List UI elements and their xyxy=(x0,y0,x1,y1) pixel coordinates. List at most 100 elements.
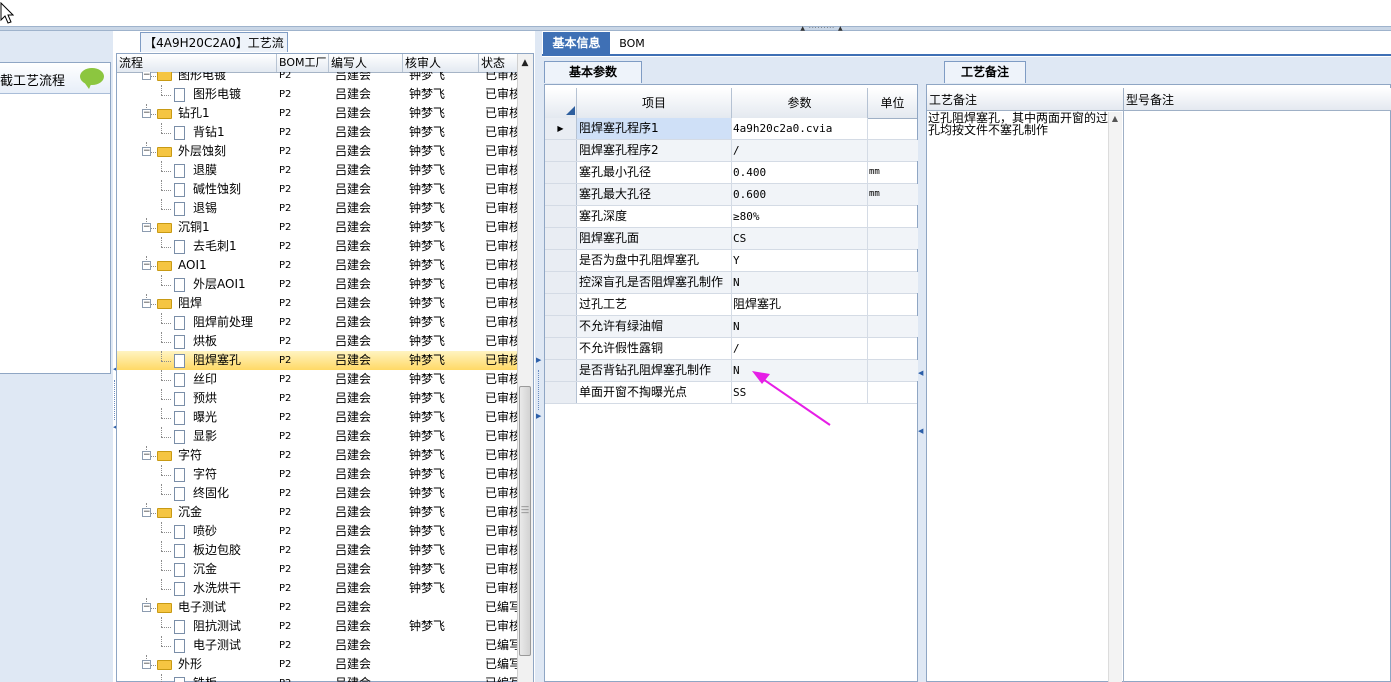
tree-row[interactable]: − AOI1 P2 吕建会 钟梦飞 已审核 xyxy=(117,256,517,275)
scroll-up-icon[interactable]: ▲ xyxy=(519,56,531,70)
param-value-cell[interactable]: N xyxy=(732,316,868,337)
collapse-node-icon[interactable]: − xyxy=(142,660,151,669)
column-header-bom-plant[interactable]: BOM工厂 xyxy=(277,54,329,72)
param-value-cell[interactable]: 4a9h20c2a0.cvia xyxy=(732,118,868,139)
process-notes-tab[interactable]: 工艺备注 xyxy=(944,61,1026,83)
process-note-scrollbar[interactable] xyxy=(1108,112,1122,682)
collapse-node-icon[interactable]: − xyxy=(142,72,151,80)
tree-row[interactable]: 曝光 P2 吕建会 钟梦飞 已审核 xyxy=(117,408,517,427)
row-selector[interactable] xyxy=(545,382,577,403)
param-item-cell[interactable]: 控深盲孔是否阻焊塞孔制作 xyxy=(577,272,732,293)
tree-row[interactable]: 预烘 P2 吕建会 钟梦飞 已审核 xyxy=(117,389,517,408)
row-selector[interactable] xyxy=(545,316,577,337)
param-item-cell[interactable]: 塞孔深度 xyxy=(577,206,732,227)
tree-row[interactable]: − 电子测试 P2 吕建会 已编写 xyxy=(117,598,517,617)
row-selector[interactable] xyxy=(545,294,577,315)
tree-row[interactable]: 退膜 P2 吕建会 钟梦飞 已审核 xyxy=(117,161,517,180)
tree-row[interactable]: − 外形 P2 吕建会 已编写 xyxy=(117,655,517,674)
process-note-textarea[interactable]: 过孔阻焊塞孔，其中两面开窗的过孔均按文件不塞孔制作 xyxy=(928,112,1108,136)
column-header-reviewer[interactable]: 核审人 xyxy=(403,54,479,72)
param-item-cell[interactable]: 单面开窗不掏曝光点 xyxy=(577,382,732,403)
column-header-flow[interactable]: 流程 xyxy=(117,54,277,72)
param-value-cell[interactable]: / xyxy=(732,338,868,359)
param-item-cell[interactable]: 是否背钻孔阻焊塞孔制作 xyxy=(577,360,732,381)
collapse-node-icon[interactable]: − xyxy=(142,223,151,232)
notes-divider[interactable] xyxy=(1123,88,1124,682)
tree-row[interactable]: 丝印 P2 吕建会 钟梦飞 已审核 xyxy=(117,370,517,389)
tree-row[interactable]: − 沉金 P2 吕建会 钟梦飞 已审核 xyxy=(117,503,517,522)
param-item-cell[interactable]: 阻焊塞孔程序1 xyxy=(577,118,732,139)
tree-row[interactable]: 烘板 P2 吕建会 钟梦飞 已审核 xyxy=(117,332,517,351)
row-selector[interactable] xyxy=(545,272,577,293)
params-row[interactable]: 是否为盘中孔阻焊塞孔 Y xyxy=(545,250,917,272)
params-row[interactable]: ▶ 阻焊塞孔程序1 4a9h20c2a0.cvia xyxy=(545,118,917,140)
params-row[interactable]: 塞孔深度 ≥80% xyxy=(545,206,917,228)
param-item-cell[interactable]: 塞孔最小孔径 xyxy=(577,162,732,183)
collapse-left-icon[interactable]: ◀ xyxy=(918,369,923,377)
tab-bom[interactable]: BOM xyxy=(612,32,652,55)
tree-row[interactable]: 沉金 P2 吕建会 钟梦飞 已审核 xyxy=(117,560,517,579)
param-value-cell[interactable]: ≥80% xyxy=(732,206,868,227)
param-item-cell[interactable]: 不允许有绿油帽 xyxy=(577,316,732,337)
params-row[interactable]: 阻焊塞孔程序2/ xyxy=(545,140,918,162)
tree-row[interactable]: 显影 P2 吕建会 钟梦飞 已审核 xyxy=(117,427,517,446)
params-row[interactable]: 不允许有绿油帽 N xyxy=(545,316,918,338)
tree-row[interactable]: 外层AOI1 P2 吕建会 钟梦飞 已审核 xyxy=(117,275,517,294)
param-item-cell[interactable]: 不允许假性露铜 xyxy=(577,338,732,359)
tree-row[interactable]: 板边包胶 P2 吕建会 钟梦飞 已审核 xyxy=(117,541,517,560)
params-row[interactable]: 塞孔最小孔径 0.400 mm xyxy=(545,162,917,184)
column-header-item[interactable]: 项目 xyxy=(577,88,732,118)
param-item-cell[interactable]: 阻焊塞孔面 xyxy=(577,228,732,249)
param-value-cell[interactable]: 阻焊塞孔 xyxy=(732,294,868,315)
left-panel-title[interactable]: 截工艺流程 xyxy=(0,70,65,89)
row-selector[interactable] xyxy=(545,206,577,227)
params-row[interactable]: 过孔工艺 阻焊塞孔 xyxy=(545,294,917,316)
row-selector[interactable] xyxy=(545,360,577,381)
tree-row[interactable]: − 钻孔1 P2 吕建会 钟梦飞 已审核 xyxy=(117,104,517,123)
tree-row[interactable]: 退锡 P2 吕建会 钟梦飞 已审核 xyxy=(117,199,517,218)
tree-row[interactable]: 铣板P2 吕建会 已编写 xyxy=(117,674,517,682)
process-flow-tab[interactable]: 【4A9H20C2A0】工艺流程 xyxy=(140,32,288,70)
collapse-node-icon[interactable]: − xyxy=(142,508,151,517)
tree-row[interactable]: − 字符 P2 吕建会 钟梦飞 已审核 xyxy=(117,446,517,465)
row-selector[interactable] xyxy=(545,338,577,359)
row-selector[interactable] xyxy=(545,184,577,205)
tab-basic-info[interactable]: 基本信息 xyxy=(543,32,610,55)
collapse-node-icon[interactable]: − xyxy=(142,261,151,270)
tree-row[interactable]: 阻抗测试 P2 吕建会 钟梦飞 已审核 xyxy=(117,617,517,636)
param-value-cell[interactable]: 0.400 xyxy=(732,162,868,183)
param-value-cell[interactable]: 0.600 xyxy=(732,184,868,205)
collapse-left-icon[interactable]: ◀ xyxy=(918,427,923,435)
scrollbar-thumb[interactable] xyxy=(519,386,531,656)
tree-row[interactable]: 终固化 P2 吕建会 钟梦飞 已审核 xyxy=(117,484,517,503)
row-selector[interactable] xyxy=(545,140,577,161)
params-row[interactable]: 不允许假性露铜 / xyxy=(545,338,917,360)
tree-row[interactable]: − 沉铜1 P2 吕建会 钟梦飞 已审核 xyxy=(117,218,517,237)
param-item-cell[interactable]: 过孔工艺 xyxy=(577,294,732,315)
param-item-cell[interactable]: 塞孔最大孔径 xyxy=(577,184,732,205)
param-item-cell[interactable]: 阻焊塞孔程序2 xyxy=(577,140,732,161)
row-selector[interactable] xyxy=(545,228,577,249)
column-header-status[interactable]: 状态 xyxy=(479,54,517,72)
tree-row[interactable]: 水洗烘干 P2 吕建会 钟梦飞 已审核 xyxy=(117,579,517,598)
tree-row[interactable]: 图形电镀 P2 吕建会 钟梦飞 已审核 xyxy=(117,85,517,104)
tree-row[interactable]: 字符 P2 吕建会 钟梦飞 已审核 xyxy=(117,465,517,484)
params-row[interactable]: 是否背钻孔阻焊塞孔制作 N xyxy=(545,360,918,382)
collapse-right-icon[interactable]: ▶ xyxy=(536,356,541,364)
tree-row[interactable]: − 图形电镀 P2 吕建会 钟梦飞 已审核 xyxy=(117,72,517,85)
tree-row[interactable]: 电子测试 P2 吕建会 已编写 xyxy=(117,636,517,655)
collapse-right-icon[interactable]: ▶ xyxy=(536,412,541,420)
param-value-cell[interactable]: CS xyxy=(732,228,868,249)
collapse-node-icon[interactable]: − xyxy=(142,451,151,460)
tree-row[interactable]: 喷砂 P2 吕建会 钟梦飞 已审核 xyxy=(117,522,517,541)
collapse-node-icon[interactable]: − xyxy=(142,299,151,308)
tree-row[interactable]: − 阻焊 P2 吕建会 钟梦飞 已审核 xyxy=(117,294,517,313)
row-selector[interactable] xyxy=(545,250,577,271)
collapse-node-icon[interactable]: − xyxy=(142,147,151,156)
params-row[interactable]: 阻焊塞孔面 CS xyxy=(545,228,918,250)
column-header-unit[interactable]: 单位 xyxy=(868,88,917,118)
param-item-cell[interactable]: 是否为盘中孔阻焊塞孔 xyxy=(577,250,732,271)
param-value-cell[interactable]: Y xyxy=(732,250,868,271)
select-all-corner[interactable] xyxy=(545,88,577,118)
column-header-param[interactable]: 参数 xyxy=(732,88,868,118)
